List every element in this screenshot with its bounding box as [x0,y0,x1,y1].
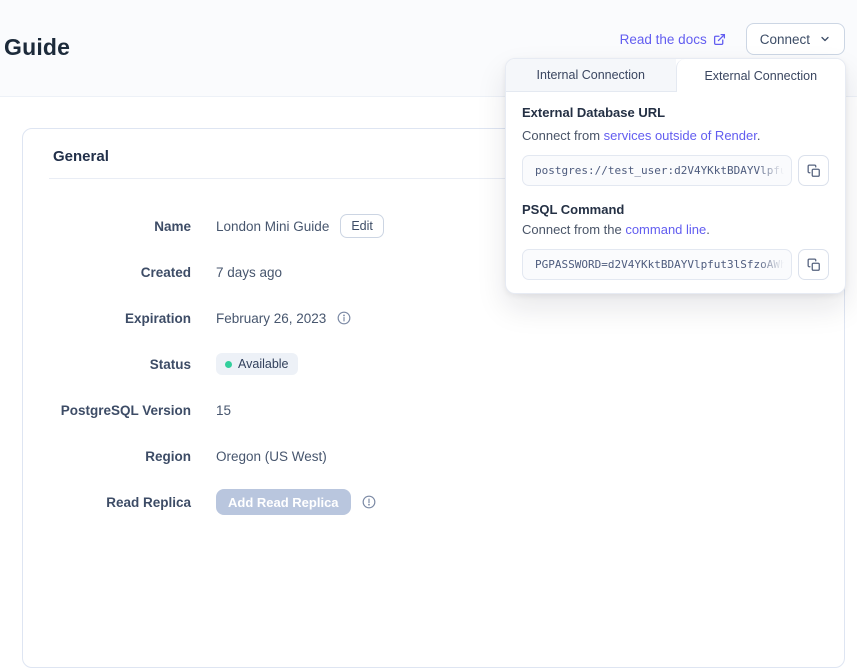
region-value: Oregon (US West) [216,449,327,464]
desc-text: . [706,222,710,237]
copy-icon [807,258,821,272]
tab-internal-connection[interactable]: Internal Connection [506,59,676,92]
row-status-label: Status [23,357,191,372]
row-region: Region Oregon (US West) [23,433,844,479]
row-status: Status Available [23,341,844,387]
pg-version-value: 15 [216,403,231,418]
edit-name-button[interactable]: Edit [340,214,384,238]
database-name-value: London Mini Guide [216,219,329,234]
row-created-label: Created [23,265,191,280]
expiration-value: February 26, 2023 [216,311,326,326]
copy-external-url-button[interactable] [798,155,829,186]
row-expiration: Expiration February 26, 2023 [23,295,844,341]
external-link-icon [713,33,726,46]
external-db-url-heading: External Database URL [522,105,829,120]
psql-command-heading: PSQL Command [522,202,829,217]
header-actions: Read the docs Connect [620,23,845,55]
desc-text: Connect from the [522,222,625,237]
created-value: 7 days ago [216,265,282,280]
connect-button-label: Connect [760,32,810,47]
copy-psql-command-button[interactable] [798,249,829,280]
connection-tabs: Internal Connection External Connection [506,59,845,92]
read-the-docs-link[interactable]: Read the docs [620,32,726,47]
connect-button[interactable]: Connect [746,23,845,55]
row-expiration-label: Expiration [23,311,191,326]
tab-external-connection[interactable]: External Connection [676,59,846,92]
page-title: Guide [4,34,70,61]
psql-command-field[interactable]: PGPASSWORD=d2V4YKktBDAYVlpfut3lSfzoAWhwb… [522,249,792,280]
read-replica-info-icon[interactable] [362,495,376,509]
external-db-url-field[interactable]: postgres://test_user:d2V4YKktBDAYVlpfut3… [522,155,792,186]
external-connection-panel: External Database URL Connect from servi… [506,92,845,280]
copy-icon [807,164,821,178]
command-line-link[interactable]: command line [625,222,706,237]
row-pg-version-label: PostgreSQL Version [23,403,191,418]
expiration-info-icon[interactable] [337,311,351,325]
row-read-replica: Read Replica Add Read Replica [23,479,844,525]
row-read-replica-label: Read Replica [23,495,191,510]
status-badge: Available [216,353,298,375]
external-db-url-desc: Connect from services outside of Render. [522,128,829,143]
row-name-label: Name [23,219,191,234]
services-outside-render-link[interactable]: services outside of Render [604,128,757,143]
psql-command-desc: Connect from the command line. [522,222,829,237]
status-dot-icon [225,361,232,368]
row-pg-version: PostgreSQL Version 15 [23,387,844,433]
connect-popover: Internal Connection External Connection … [505,58,846,294]
docs-link-label: Read the docs [620,32,707,47]
chevron-down-icon [819,33,831,45]
status-badge-label: Available [238,357,289,371]
desc-text: Connect from [522,128,604,143]
desc-text: . [757,128,761,143]
row-region-label: Region [23,449,191,464]
add-read-replica-button[interactable]: Add Read Replica [216,489,351,515]
